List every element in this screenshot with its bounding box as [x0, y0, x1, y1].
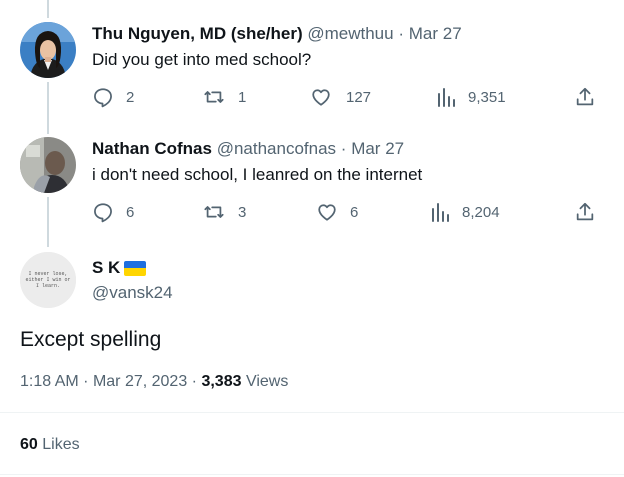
share-button[interactable] — [574, 86, 596, 108]
view-count: 9,351 — [468, 88, 506, 106]
tweet-time[interactable]: 1:18 AM — [20, 373, 79, 390]
avatar-thu-nguyen[interactable] — [20, 22, 76, 78]
share-icon — [576, 202, 594, 221]
views-button[interactable]: 9,351 — [436, 86, 506, 108]
author-handle[interactable]: @vansk24 — [92, 283, 173, 303]
main-author-name-row: S K — [92, 258, 147, 278]
like-count: 6 — [350, 203, 359, 221]
like-count: 127 — [346, 88, 372, 106]
thread-line-top — [47, 0, 49, 18]
reply-count: 6 — [126, 203, 135, 221]
tweet-2-actions: 6 3 6 8,204 — [0, 201, 624, 227]
meta-separator: · — [83, 373, 89, 390]
share-button[interactable] — [574, 201, 596, 223]
reply-button[interactable]: 2 — [92, 86, 134, 108]
tweet-2-text: i don't need school, I leanred on the in… — [92, 165, 423, 184]
views-label: Views — [245, 373, 289, 390]
tweet-1-actions: 2 1 127 9,351 — [0, 86, 624, 112]
reply-button[interactable]: 6 — [92, 201, 134, 223]
views-count: 3,383 — [201, 373, 242, 390]
divider — [0, 474, 624, 475]
divider — [0, 412, 624, 413]
tweet-date[interactable]: Mar 27 — [409, 24, 462, 43]
retweet-count: 3 — [238, 203, 247, 221]
like-icon — [312, 89, 330, 106]
retweet-count: 1 — [238, 88, 247, 106]
views-button[interactable]: 8,204 — [430, 201, 500, 223]
author-name[interactable]: Thu Nguyen, MD (she/her) — [92, 24, 303, 43]
likes-label: Likes — [42, 436, 80, 453]
likes-summary[interactable]: 60 Likes — [20, 436, 80, 454]
author-handle[interactable]: @nathancofnas — [217, 139, 336, 158]
likes-count: 60 — [20, 436, 38, 453]
author-name[interactable]: S K — [92, 258, 120, 278]
reply-icon — [94, 203, 112, 223]
retweet-button[interactable]: 1 — [202, 86, 246, 108]
retweet-button[interactable]: 3 — [202, 201, 246, 223]
avatar-sk[interactable]: I never lose, either I win or I learn. — [20, 252, 76, 308]
avatar-quote-line-3: I learn. — [36, 283, 60, 289]
ukraine-flag-icon — [124, 260, 147, 276]
like-button[interactable]: 6 — [316, 201, 358, 223]
reply-icon — [94, 88, 112, 108]
tweet-1-text: Did you get into med school? — [92, 50, 312, 69]
reply-count: 2 — [126, 88, 135, 106]
tweet-timestamp: 1:18 AM · Mar 27, 2023 · 3,383 Views — [20, 373, 288, 391]
author-name[interactable]: Nathan Cofnas — [92, 139, 212, 158]
views-icon — [438, 88, 455, 107]
like-icon — [318, 204, 336, 221]
tweet-1-header: Thu Nguyen, MD (she/her) @mewthuu · Mar … — [92, 24, 462, 44]
like-button[interactable]: 127 — [310, 86, 371, 108]
tweet-date[interactable]: Mar 27 — [351, 139, 404, 158]
meta-separator: · — [398, 24, 405, 43]
tweet-date[interactable]: Mar 27, 2023 — [93, 373, 187, 390]
author-handle[interactable]: @mewthuu — [307, 24, 393, 43]
meta-separator: · — [191, 373, 197, 390]
retweet-icon — [204, 91, 224, 103]
tweet-2-header: Nathan Cofnas @nathancofnas · Mar 27 — [92, 139, 404, 159]
avatar-nathan-cofnas[interactable] — [20, 137, 76, 193]
retweet-icon — [204, 206, 224, 218]
share-icon — [576, 87, 594, 106]
views-icon — [432, 203, 449, 222]
main-tweet-text: Except spelling — [20, 328, 162, 351]
meta-separator: · — [340, 139, 347, 158]
view-count: 8,204 — [462, 203, 500, 221]
